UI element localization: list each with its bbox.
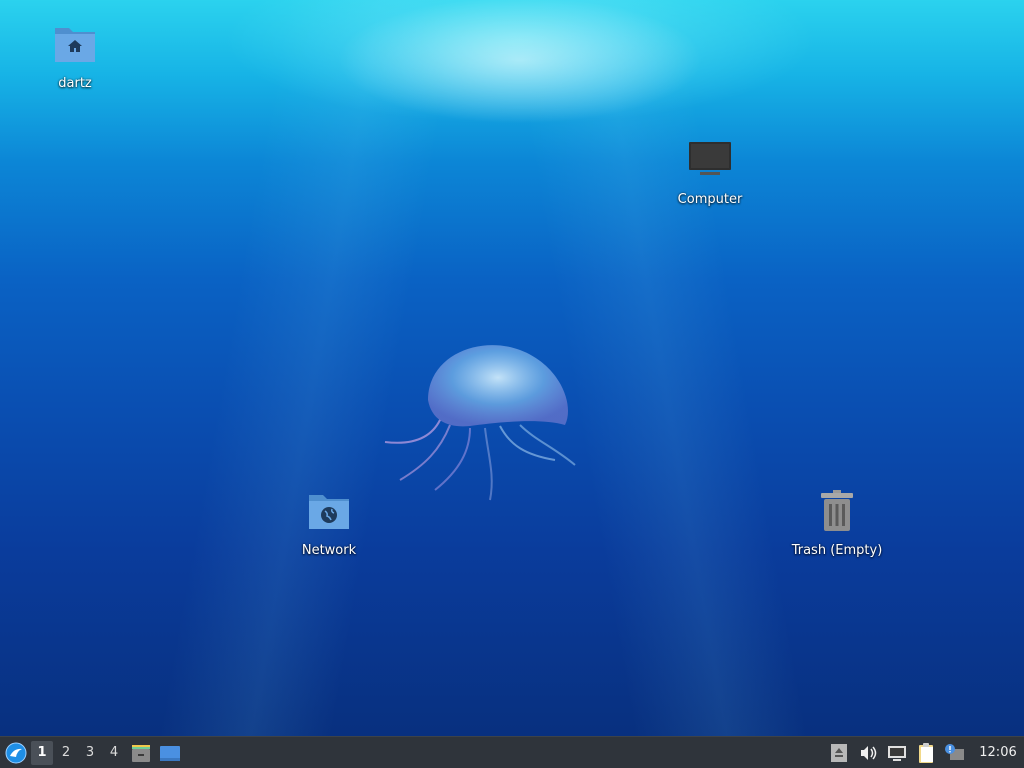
- desktop-icon-computer[interactable]: Computer: [655, 136, 765, 207]
- lubuntu-logo-icon: [5, 742, 27, 763]
- desktop-icon-label: Trash (Empty): [791, 543, 883, 558]
- desktop-icon-label: Network: [301, 543, 357, 558]
- desktop-icon-label: dartz: [58, 76, 92, 91]
- desktop-background[interactable]: dartz Computer Network Trash (Empty): [0, 0, 1024, 736]
- trash-icon: [821, 490, 853, 531]
- jellyfish-wallpaper-image: [384, 345, 576, 501]
- network-icon: [888, 745, 906, 761]
- network-folder-icon: [309, 495, 349, 529]
- taskbar-panel: 1 2 3 4 12:06: [0, 736, 1024, 768]
- desktop-icon-trash[interactable]: Trash (Empty): [782, 487, 892, 558]
- workspace-4-button[interactable]: 4: [103, 741, 125, 765]
- workspace-1-button[interactable]: 1: [31, 740, 53, 765]
- removable-media-button[interactable]: [826, 740, 852, 766]
- file-manager-launcher[interactable]: [128, 740, 154, 766]
- desktop-icon-label: Computer: [677, 192, 743, 207]
- desktop-icon-network[interactable]: Network: [274, 487, 384, 558]
- file-manager-icon: [132, 744, 150, 762]
- clipboard-manager-button[interactable]: [913, 740, 939, 766]
- volume-button[interactable]: [855, 740, 881, 766]
- computer-icon: [689, 142, 731, 175]
- workspace-3-button[interactable]: 3: [79, 741, 101, 765]
- desktop-icon-home[interactable]: dartz: [20, 20, 130, 91]
- update-notifier-icon: [945, 743, 964, 760]
- network-status-button[interactable]: [884, 740, 910, 766]
- volume-icon: [861, 745, 877, 760]
- show-desktop-icon: [160, 745, 180, 761]
- home-folder-icon: [55, 28, 95, 62]
- clipboard-icon: [919, 742, 933, 763]
- update-notifier-button[interactable]: [942, 740, 968, 766]
- eject-icon: [831, 743, 847, 762]
- start-menu-button[interactable]: [3, 740, 29, 766]
- panel-clock[interactable]: 12:06: [974, 745, 1022, 760]
- show-desktop-button[interactable]: [157, 740, 183, 766]
- workspace-2-button[interactable]: 2: [55, 741, 77, 765]
